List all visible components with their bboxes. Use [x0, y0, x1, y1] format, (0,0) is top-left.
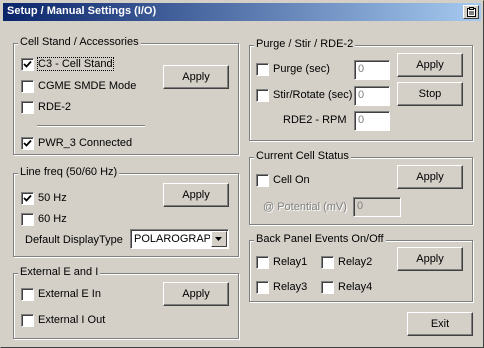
relay3-label[interactable]: Relay3: [273, 281, 307, 293]
relay2-label[interactable]: Relay2: [338, 256, 372, 268]
display-type-select[interactable]: POLAROGRAPHIC: [130, 229, 229, 249]
title-bar[interactable]: Setup / Manual Settings (I/O): [3, 3, 481, 21]
exit-button[interactable]: Exit: [407, 312, 473, 336]
external-e-in-checkbox[interactable]: [21, 288, 34, 301]
50hz-label[interactable]: 50 Hz: [38, 192, 67, 204]
relay3-checkbox[interactable]: [256, 281, 269, 294]
stir-label[interactable]: Stir/Rotate (sec): [273, 89, 352, 101]
60hz-checkbox[interactable]: [21, 213, 34, 226]
purge-label[interactable]: Purge (sec): [273, 63, 330, 75]
potential-input[interactable]: 0: [353, 197, 401, 217]
c3-cell-stand-checkbox[interactable]: [21, 58, 34, 71]
cgme-smde-checkbox[interactable]: [21, 80, 34, 93]
relay1-label[interactable]: Relay1: [273, 256, 307, 268]
relay1-checkbox[interactable]: [256, 256, 269, 269]
rpm-input[interactable]: 0: [354, 111, 390, 131]
60hz-label[interactable]: 60 Hz: [38, 213, 67, 225]
cell-status-apply-button[interactable]: Apply: [397, 165, 463, 189]
relay4-label[interactable]: Relay4: [338, 281, 372, 293]
purge-checkbox[interactable]: [256, 63, 269, 76]
line-freq-apply-button[interactable]: Apply: [163, 183, 229, 207]
stir-seconds-input[interactable]: 0: [354, 86, 390, 106]
cell-on-label[interactable]: Cell On: [273, 174, 310, 186]
back-panel-legend: Back Panel Events On/Off: [254, 233, 386, 245]
external-legend: External E and I: [18, 266, 101, 278]
external-i-out-checkbox[interactable]: [21, 314, 34, 327]
pwr3-checkbox[interactable]: [21, 137, 34, 150]
external-apply-button[interactable]: Apply: [163, 282, 229, 306]
cgme-smde-label[interactable]: CGME SMDE Mode: [38, 80, 136, 92]
pwr3-label[interactable]: PWR_3 Connected: [38, 137, 132, 149]
purge-legend: Purge / Stir / RDE-2: [254, 38, 356, 50]
purge-seconds-input[interactable]: 0: [354, 60, 390, 80]
chevron-down-icon[interactable]: [211, 231, 227, 247]
rde2-checkbox[interactable]: [21, 101, 34, 114]
external-i-out-label[interactable]: External I Out: [38, 314, 105, 326]
cell-stand-apply-button[interactable]: Apply: [163, 65, 229, 89]
back-panel-apply-button[interactable]: Apply: [397, 247, 463, 271]
display-type-value: POLAROGRAPHIC: [134, 233, 210, 245]
relay4-checkbox[interactable]: [321, 281, 334, 294]
rde2-label[interactable]: RDE-2: [38, 101, 71, 113]
line-freq-legend: Line freq (50/60 Hz): [18, 166, 120, 178]
clipboard-icon[interactable]: [463, 5, 479, 19]
cell-on-checkbox[interactable]: [256, 174, 269, 187]
external-e-in-label[interactable]: External E In: [38, 288, 101, 300]
setup-window: Setup / Manual Settings (I/O) Cell Stand…: [0, 0, 484, 348]
potential-label: @ Potential (mV): [263, 201, 347, 213]
rpm-label: RDE2 - RPM: [283, 114, 347, 126]
display-type-label: Default DisplayType: [25, 234, 123, 246]
relay2-checkbox[interactable]: [321, 256, 334, 269]
purge-apply-button[interactable]: Apply: [397, 53, 463, 77]
cell-status-legend: Current Cell Status: [254, 150, 351, 162]
cell-stand-separator: [37, 125, 145, 127]
50hz-checkbox[interactable]: [21, 192, 34, 205]
c3-cell-stand-label[interactable]: C3 - Cell Stand: [37, 57, 114, 71]
cell-stand-legend: Cell Stand / Accessories: [18, 36, 141, 48]
window-title: Setup / Manual Settings (I/O): [7, 5, 157, 17]
stir-checkbox[interactable]: [256, 89, 269, 102]
purge-stop-button[interactable]: Stop: [397, 82, 463, 106]
